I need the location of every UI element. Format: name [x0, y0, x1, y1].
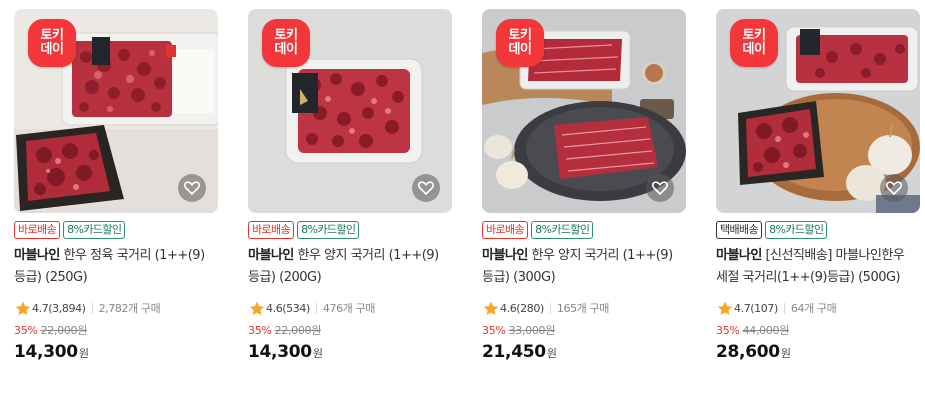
- toki-day-badge: 토키 데이: [262, 19, 310, 67]
- rating-row: 4.6(534) 476개 구매: [249, 300, 375, 316]
- sale-price: 21,450 원: [482, 342, 557, 362]
- promo-line-1: 토키: [274, 28, 298, 43]
- product-image[interactable]: 토키 데이: [716, 9, 920, 213]
- product-image[interactable]: 토키 데이: [14, 9, 218, 213]
- delivery-badge: 바로배송: [482, 221, 529, 239]
- original-price: 33,000원: [508, 324, 556, 337]
- delivery-badge: 바로배송: [14, 221, 61, 239]
- product-title[interactable]: 마블나인 한우 양지 국거리 (1++(9)등급) (200G): [248, 245, 450, 289]
- promo-line-2: 데이: [40, 42, 64, 57]
- brand-name: 마블나인: [248, 248, 294, 263]
- discount-rate: 35%: [248, 323, 272, 337]
- price-value: 21,450: [482, 342, 546, 362]
- star-icon: [483, 301, 499, 315]
- promo-line-1: 토키: [40, 28, 64, 43]
- purchase-count: 64개 구매: [790, 302, 837, 315]
- star-icon: [15, 301, 31, 315]
- heart-icon: [184, 181, 200, 195]
- product-card[interactable]: 토키 데이 택배배송 8%카드할인 마블나인 [신선직배송] 마블나인한우 세절…: [716, 9, 920, 362]
- product-image[interactable]: 토키 데이: [248, 9, 452, 213]
- discount-row: 35% 33,000원: [482, 322, 555, 338]
- toki-day-badge: 토키 데이: [28, 19, 76, 67]
- discount-row: 35% 22,000원: [248, 322, 321, 338]
- wishlist-button[interactable]: [412, 174, 440, 202]
- delivery-badge: 바로배송: [248, 221, 295, 239]
- promo-line-1: 토키: [508, 28, 532, 43]
- rating-row: 4.6(280) 165개 구매: [483, 300, 609, 316]
- product-grid: 토키 데이 바로배송 8%카드할인 마블나인 한우 정육 국거리 (1++(9)…: [14, 9, 920, 399]
- heart-icon: [418, 181, 434, 195]
- rating-score: 4.6(280): [500, 301, 544, 315]
- purchase-count: 165개 구매: [556, 302, 609, 315]
- brand-name: 마블나인: [482, 248, 528, 263]
- purchase-count: 476개 구매: [322, 302, 375, 315]
- rating-score: 4.7(3,894): [32, 301, 86, 315]
- promo-line-2: 데이: [508, 42, 532, 57]
- product-card[interactable]: 토키 데이 바로배송 8%카드할인 마블나인 한우 양지 국거리 (1++(9)…: [248, 9, 452, 362]
- card-discount-badge: 8%카드할인: [63, 221, 126, 239]
- card-discount-badge: 8%카드할인: [297, 221, 360, 239]
- divider: [91, 302, 93, 314]
- product-card[interactable]: 토키 데이 바로배송 8%카드할인 마블나인 한우 양지 국거리 (1++(9)…: [482, 9, 686, 362]
- discount-rate: 35%: [482, 323, 506, 337]
- rating-row: 4.7(107) 64개 구매: [717, 300, 837, 316]
- currency-unit: 원: [312, 347, 323, 360]
- original-price: 22,000원: [274, 324, 322, 337]
- currency-unit: 원: [78, 347, 89, 360]
- promo-line-2: 데이: [274, 42, 298, 57]
- star-icon: [717, 301, 733, 315]
- discount-row: 35% 44,000원: [716, 322, 789, 338]
- badge-row: 택배배송 8%카드할인: [716, 221, 828, 239]
- price-value: 14,300: [14, 342, 78, 362]
- divider: [549, 302, 551, 314]
- wishlist-button[interactable]: [880, 174, 908, 202]
- badge-row: 바로배송 8%카드할인: [248, 221, 360, 239]
- heart-icon: [886, 181, 902, 195]
- currency-unit: 원: [780, 347, 791, 360]
- card-discount-badge: 8%카드할인: [531, 221, 594, 239]
- brand-name: 마블나인: [14, 248, 60, 263]
- product-title[interactable]: 마블나인 한우 정육 국거리 (1++(9)등급) (250G): [14, 245, 216, 289]
- rating-row: 4.7(3,894) 2,782개 구매: [15, 300, 161, 316]
- card-discount-badge: 8%카드할인: [765, 221, 828, 239]
- divider: [315, 302, 317, 314]
- sale-price: 14,300 원: [14, 342, 89, 362]
- price-value: 14,300: [248, 342, 312, 362]
- heart-icon: [652, 181, 668, 195]
- product-card[interactable]: 토키 데이 바로배송 8%카드할인 마블나인 한우 정육 국거리 (1++(9)…: [14, 9, 218, 362]
- badge-row: 바로배송 8%카드할인: [482, 221, 594, 239]
- toki-day-badge: 토키 데이: [496, 19, 544, 67]
- badge-row: 바로배송 8%카드할인: [14, 221, 126, 239]
- sale-price: 14,300 원: [248, 342, 323, 362]
- currency-unit: 원: [546, 347, 557, 360]
- purchase-count: 2,782개 구매: [98, 302, 161, 315]
- toki-day-badge: 토키 데이: [730, 19, 778, 67]
- discount-row: 35% 22,000원: [14, 322, 87, 338]
- sale-price: 28,600 원: [716, 342, 791, 362]
- rating-score: 4.7(107): [734, 301, 778, 315]
- divider: [783, 302, 785, 314]
- discount-rate: 35%: [716, 323, 740, 337]
- brand-name: 마블나인: [716, 248, 762, 263]
- product-title[interactable]: 마블나인 [신선직배송] 마블나인한우 세절 국거리(1++(9)등급) (50…: [716, 245, 918, 289]
- price-value: 28,600: [716, 342, 780, 362]
- rating-score: 4.6(534): [266, 301, 310, 315]
- product-image[interactable]: 토키 데이: [482, 9, 686, 213]
- delivery-badge: 택배배송: [716, 221, 763, 239]
- promo-line-2: 데이: [742, 42, 766, 57]
- original-price: 44,000원: [742, 324, 790, 337]
- wishlist-button[interactable]: [646, 174, 674, 202]
- wishlist-button[interactable]: [178, 174, 206, 202]
- product-title[interactable]: 마블나인 한우 양지 국거리 (1++(9)등급) (300G): [482, 245, 684, 289]
- original-price: 22,000원: [40, 324, 88, 337]
- discount-rate: 35%: [14, 323, 38, 337]
- star-icon: [249, 301, 265, 315]
- promo-line-1: 토키: [742, 28, 766, 43]
